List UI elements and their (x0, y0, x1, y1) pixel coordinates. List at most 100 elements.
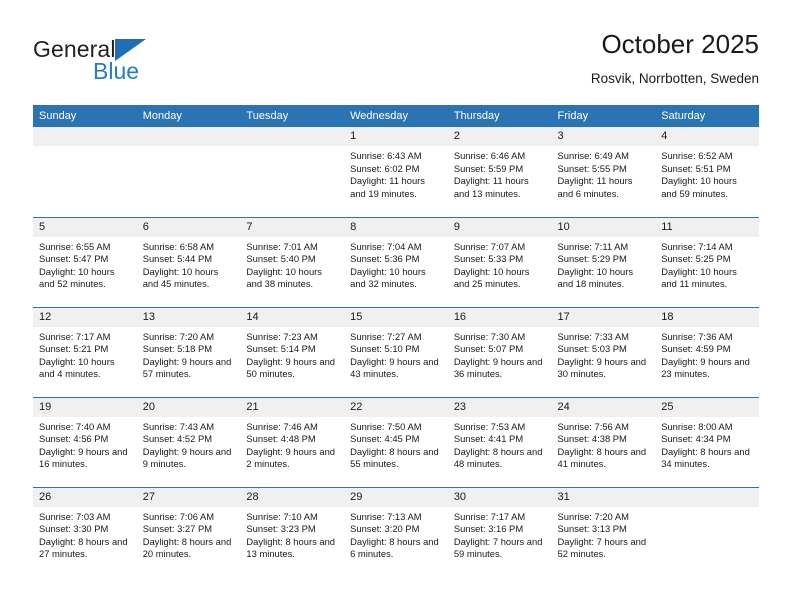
calendar-day-cell[interactable]: 13 Sunrise: 7:20 AM Sunset: 5:18 PM Dayligh… (136, 307, 241, 398)
calendar-day-cell[interactable]: 24 Sunrise: 7:56 AM Sunset: 4:38 PM Dayligh… (551, 397, 656, 488)
calendar-day-cell[interactable]: 2 Sunrise: 6:46 AM Sunset: 5:59 PM Daylight… (447, 127, 552, 218)
weekday-header-friday: Friday (551, 105, 656, 127)
calendar-day-cell[interactable]: 26 Sunrise: 7:03 AM Sunset: 3:30 PM Dayligh… (33, 487, 137, 577)
brand-name-blue: Blue (93, 58, 140, 84)
calendar-day-cell[interactable]: 17 Sunrise: 7:33 AM Sunset: 5:03 PM Dayligh… (551, 307, 656, 398)
day-number: 21 (240, 397, 345, 417)
daylight-text: Daylight: 9 hours and 9 minutes. (142, 445, 232, 470)
calendar-day-cell[interactable]: 12 Sunrise: 7:17 AM Sunset: 5:21 PM Dayligh… (33, 307, 137, 398)
calendar-week-row: 19 Sunrise: 7:40 AM Sunset: 4:56 PM Dayligh… (33, 397, 759, 488)
calendar-day-cell[interactable]: 28 Sunrise: 7:10 AM Sunset: 3:23 PM Dayligh… (240, 487, 345, 577)
sunrise-text: Sunrise: 6:52 AM (661, 150, 733, 161)
calendar-day-cell[interactable]: 20 Sunrise: 7:43 AM Sunset: 4:52 PM Dayligh… (136, 397, 241, 488)
weekday-header-sunday: Sunday (33, 105, 137, 127)
day-number: 29 (344, 487, 448, 507)
day-sun-info: Sunrise: 7:33 AM Sunset: 5:03 PM Daylight:… (552, 327, 656, 381)
sunset-text: Sunset: 5:03 PM (557, 343, 627, 355)
day-number (240, 127, 345, 146)
calendar-day-cell[interactable]: 5 Sunrise: 6:55 AM Sunset: 5:47 PM Daylight… (33, 217, 137, 308)
calendar-day-cell[interactable]: 4 Sunrise: 6:52 AM Sunset: 5:51 PM Daylight… (655, 127, 759, 218)
calendar-day-cell[interactable]: 31 Sunrise: 7:20 AM Sunset: 3:13 PM Dayligh… (551, 487, 656, 577)
sunrise-text: Sunrise: 7:04 AM (350, 240, 422, 252)
day-number: 3 (551, 127, 656, 146)
calendar-day-cell[interactable]: 7 Sunrise: 7:01 AM Sunset: 5:40 PM Daylight… (240, 217, 345, 308)
calendar-day-cell[interactable]: 10 Sunrise: 7:11 AM Sunset: 5:29 PM Dayligh… (551, 217, 656, 308)
day-sun-info: Sunrise: 7:10 AM Sunset: 3:23 PM Daylight:… (240, 507, 344, 561)
day-number: 28 (240, 487, 345, 507)
calendar-day-cell[interactable]: 27 Sunrise: 7:06 AM Sunset: 3:27 PM Dayligh… (136, 487, 241, 577)
sunrise-text: Sunrise: 7:36 AM (661, 330, 733, 342)
sunset-text: Sunset: 5:55 PM (557, 162, 627, 174)
brand-logo[interactable]: General Blue (33, 36, 293, 96)
calendar-day-cell[interactable]: 9 Sunrise: 7:07 AM Sunset: 5:33 PM Daylight… (447, 217, 552, 308)
sunset-text: Sunset: 4:52 PM (142, 433, 213, 445)
day-number: 10 (551, 217, 656, 237)
daylight-text: Daylight: 8 hours and 20 minutes. (142, 535, 232, 560)
daylight-text: Daylight: 10 hours and 4 minutes. (39, 355, 115, 380)
page-subtitle: Rosvik, Norrbotten, Sweden (590, 71, 759, 86)
calendar-day-cell[interactable]: 23 Sunrise: 7:53 AM Sunset: 4:41 PM Dayligh… (447, 397, 552, 488)
calendar-day-cell[interactable]: 30 Sunrise: 7:17 AM Sunset: 3:16 PM Dayligh… (447, 487, 552, 577)
daylight-text: Daylight: 9 hours and 2 minutes. (246, 445, 336, 470)
day-number: 26 (33, 487, 137, 507)
day-sun-info: Sunrise: 7:50 AM Sunset: 4:45 PM Daylight:… (344, 417, 448, 471)
day-sun-info: Sunrise: 6:46 AM Sunset: 5:59 PM Daylight:… (448, 146, 552, 200)
calendar-day-cell[interactable]: 29 Sunrise: 7:13 AM Sunset: 3:20 PM Dayligh… (344, 487, 448, 577)
calendar-day-cell[interactable]: 18 Sunrise: 7:36 AM Sunset: 4:59 PM Dayligh… (655, 307, 759, 398)
day-number (655, 487, 759, 507)
sunset-text: Sunset: 5:40 PM (246, 253, 316, 265)
day-number: 8 (344, 217, 448, 237)
sunrise-text: Sunrise: 7:30 AM (453, 330, 526, 342)
day-number: 2 (447, 127, 552, 146)
calendar-week-row: 26 Sunrise: 7:03 AM Sunset: 3:30 PM Dayligh… (33, 487, 759, 577)
day-number: 25 (655, 397, 759, 417)
calendar-day-cell[interactable]: 6 Sunrise: 6:58 AM Sunset: 5:44 PM Daylight… (136, 217, 241, 308)
weekday-header-thursday: Thursday (447, 105, 552, 127)
sunset-text: Sunset: 4:41 PM (453, 433, 524, 445)
day-number: 20 (136, 397, 241, 417)
daylight-text: Daylight: 11 hours and 13 minutes. (453, 175, 529, 199)
sunrise-text: Sunrise: 7:20 AM (142, 330, 215, 342)
title-block: October 2025 Rosvik, Norrbotten, Sweden (591, 28, 759, 89)
weekday-header-row: Sunday Monday Tuesday Wednesday Thursday… (33, 105, 759, 127)
day-sun-info: Sunrise: 7:17 AM Sunset: 3:16 PM Daylight:… (448, 507, 552, 561)
day-sun-info: Sunrise: 6:58 AM Sunset: 5:44 PM Daylight:… (137, 237, 241, 291)
day-sun-info: Sunrise: 7:43 AM Sunset: 4:52 PM Daylight:… (137, 417, 241, 471)
sunset-text: Sunset: 6:02 PM (350, 162, 420, 174)
daylight-text: Daylight: 9 hours and 36 minutes. (453, 355, 543, 380)
day-number: 13 (136, 307, 241, 327)
page-title: October 2025 (601, 29, 759, 59)
calendar-day-cell[interactable]: 25 Sunrise: 8:00 AM Sunset: 4:34 PM Dayligh… (655, 397, 759, 488)
calendar-day-cell[interactable]: 3 Sunrise: 6:49 AM Sunset: 5:55 PM Daylight… (551, 127, 656, 218)
day-sun-info: Sunrise: 7:17 AM Sunset: 5:21 PM Daylight:… (33, 327, 137, 381)
calendar-day-cell[interactable]: 1 Sunrise: 6:43 AM Sunset: 6:02 PM Daylight… (344, 127, 448, 218)
day-sun-info: Sunrise: 6:49 AM Sunset: 5:55 PM Daylight:… (552, 146, 656, 200)
calendar-day-cell[interactable]: 16 Sunrise: 7:30 AM Sunset: 5:07 PM Dayligh… (447, 307, 552, 398)
day-sun-info: Sunrise: 6:55 AM Sunset: 5:47 PM Daylight:… (33, 237, 137, 291)
sunset-text: Sunset: 3:23 PM (246, 523, 316, 535)
calendar-day-cell[interactable]: 21 Sunrise: 7:46 AM Sunset: 4:48 PM Dayligh… (240, 397, 345, 488)
daylight-text: Daylight: 10 hours and 25 minutes. (453, 265, 530, 290)
day-sun-info: Sunrise: 7:23 AM Sunset: 5:14 PM Daylight:… (240, 327, 344, 381)
day-number: 24 (551, 397, 656, 417)
calendar-week-row: 12 Sunrise: 7:17 AM Sunset: 5:21 PM Dayligh… (33, 307, 759, 398)
daylight-text: Daylight: 10 hours and 18 minutes. (557, 265, 634, 290)
sunrise-text: Sunrise: 7:13 AM (350, 510, 422, 522)
daylight-text: Daylight: 8 hours and 34 minutes. (661, 445, 750, 470)
calendar-day-cell[interactable]: 8 Sunrise: 7:04 AM Sunset: 5:36 PM Daylight… (344, 217, 448, 308)
daylight-text: Daylight: 10 hours and 11 minutes. (661, 265, 737, 290)
sunrise-text: Sunrise: 7:06 AM (142, 510, 215, 522)
day-sun-info: Sunrise: 7:20 AM Sunset: 5:18 PM Daylight:… (137, 327, 241, 381)
day-number: 16 (447, 307, 552, 327)
day-number: 19 (33, 397, 137, 417)
day-sun-info: Sunrise: 7:20 AM Sunset: 3:13 PM Daylight:… (552, 507, 656, 561)
sunrise-text: Sunrise: 7:17 AM (453, 510, 526, 522)
calendar-day-cell[interactable]: 22 Sunrise: 7:50 AM Sunset: 4:45 PM Dayligh… (344, 397, 448, 488)
calendar-day-cell[interactable]: 11 Sunrise: 7:14 AM Sunset: 5:25 PM Dayligh… (655, 217, 759, 308)
daylight-text: Daylight: 10 hours and 52 minutes. (39, 265, 115, 290)
calendar-day-cell[interactable]: 19 Sunrise: 7:40 AM Sunset: 4:56 PM Dayligh… (33, 397, 137, 488)
day-number: 15 (344, 307, 448, 327)
calendar-day-cell[interactable]: 15 Sunrise: 7:27 AM Sunset: 5:10 PM Dayligh… (344, 307, 448, 398)
calendar-day-cell[interactable]: 14 Sunrise: 7:23 AM Sunset: 5:14 PM Dayligh… (240, 307, 345, 398)
page-header: General Blue October 2025 Rosvik, Norrbo… (33, 28, 759, 100)
